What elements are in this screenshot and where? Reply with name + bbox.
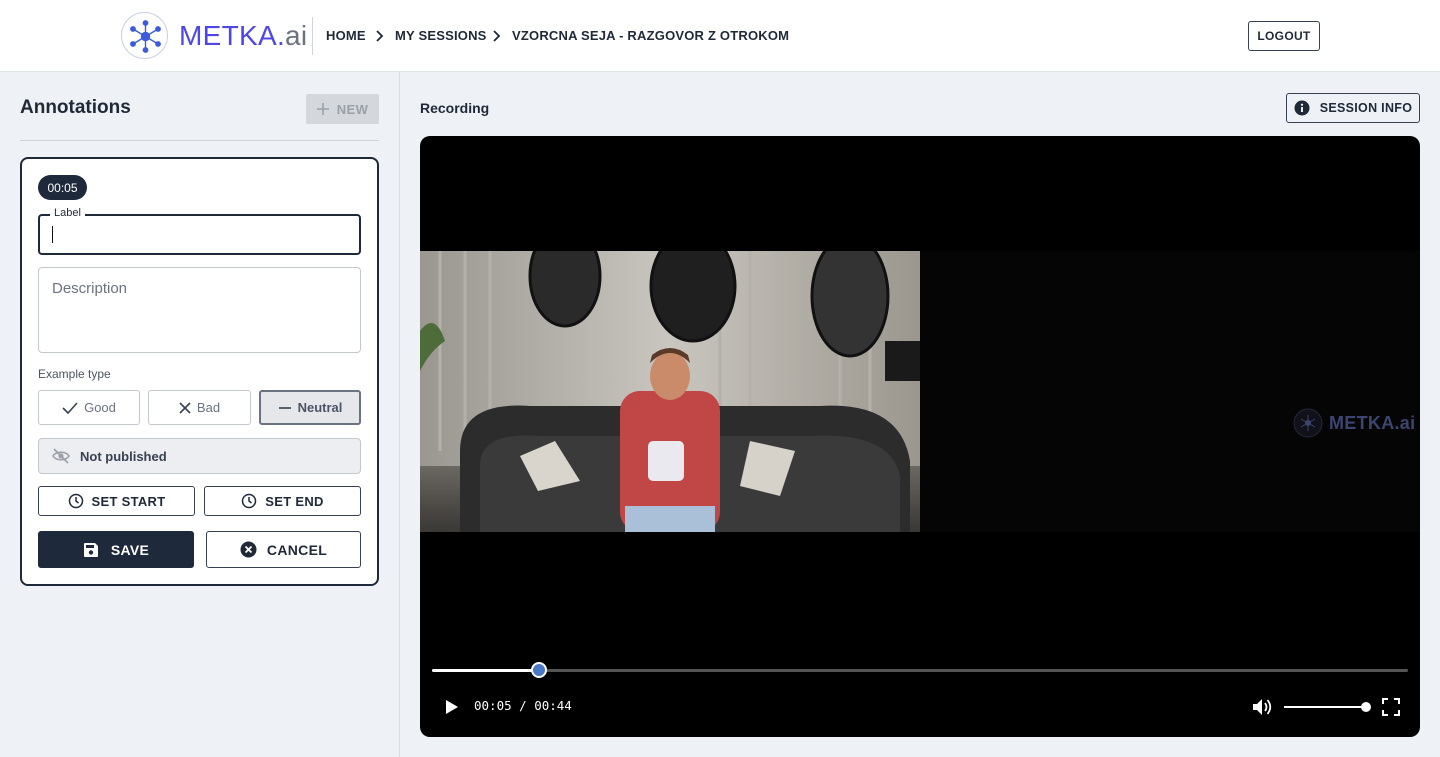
type-bad-label: Bad [196, 400, 221, 415]
cancel-circle-icon [240, 541, 257, 558]
set-start-label: SET START [91, 493, 166, 509]
clock-icon [242, 493, 257, 509]
chevron-right-icon [376, 30, 384, 42]
publish-status-label: Not published [80, 448, 167, 464]
save-label: SAVE [110, 541, 150, 558]
set-end-button[interactable]: SET END [204, 486, 361, 516]
logo-suffix-text: ai [285, 20, 308, 51]
seek-bar-progress [432, 669, 539, 672]
chevron-right-icon [493, 30, 501, 42]
volume-slider[interactable] [1284, 706, 1366, 708]
session-info-label: SESSION INFO [1319, 101, 1413, 115]
annotation-time-chip: 00:05 [38, 175, 87, 200]
type-neutral-button[interactable]: Neutral [259, 390, 361, 425]
description-placeholder: Description [52, 280, 128, 297]
eye-off-icon [52, 448, 70, 464]
seek-bar[interactable] [432, 662, 1408, 678]
cancel-button[interactable]: CANCEL [206, 531, 361, 568]
video-frame[interactable]: METKA.ai [420, 251, 1420, 532]
annotations-panel: Annotations NEW 00:05 Label Description … [0, 72, 400, 757]
video-scene-image [420, 251, 920, 532]
header-divider [312, 17, 313, 55]
clock-icon [68, 493, 83, 509]
breadcrumb-current-session[interactable]: VZORCNA SEJA - RAZGOVOR Z OTROKOM [512, 27, 789, 45]
session-info-button[interactable]: SESSION INFO [1286, 93, 1420, 123]
metka-watermark-icon [1293, 408, 1323, 438]
volume-icon[interactable] [1252, 697, 1274, 717]
annotations-title: Annotations [20, 97, 131, 118]
video-watermark: METKA.ai [1293, 408, 1415, 438]
save-icon [83, 542, 98, 557]
type-bad-button[interactable]: Bad [148, 390, 251, 425]
top-bar: METKA.ai HOME MY SESSIONS VZORCNA SEJA -… [0, 0, 1440, 72]
logo-wordmark[interactable]: METKA.ai [179, 19, 307, 53]
new-annotation-button[interactable]: NEW [306, 94, 379, 124]
label-field-legend: Label [50, 207, 85, 219]
plus-icon [316, 103, 329, 115]
cancel-label: CANCEL [266, 541, 328, 558]
time-display: 00:05 / 00:44 [474, 698, 572, 713]
recording-title: Recording [420, 100, 490, 116]
fullscreen-icon[interactable] [1382, 698, 1400, 716]
logout-button[interactable]: LOGOUT [1248, 21, 1320, 51]
description-input[interactable]: Description [38, 267, 361, 353]
metka-logo-icon[interactable] [121, 12, 168, 59]
breadcrumb-my-sessions[interactable]: MY SESSIONS [395, 27, 487, 45]
play-icon[interactable] [442, 698, 460, 716]
type-neutral-label: Neutral [297, 400, 343, 415]
watermark-text: METKA.ai [1329, 412, 1416, 433]
example-type-label: Example type [38, 367, 111, 381]
volume-slider-thumb[interactable] [1361, 702, 1371, 712]
check-icon [62, 401, 78, 414]
breadcrumb-home[interactable]: HOME [326, 27, 366, 45]
annotation-editor-card: 00:05 Label Description Example type Goo… [20, 157, 379, 586]
label-input[interactable]: Label [38, 207, 361, 255]
video-player[interactable]: METKA.ai 00:05 / 00:44 [420, 136, 1420, 737]
new-annotation-label: NEW [336, 101, 369, 117]
info-icon [1294, 100, 1310, 116]
publish-toggle[interactable]: Not published [38, 438, 361, 474]
set-end-label: SET END [265, 493, 324, 509]
type-good-label: Good [84, 400, 116, 415]
logo-main-text: METKA. [179, 20, 286, 51]
minus-icon [278, 406, 291, 409]
text-cursor [52, 226, 53, 243]
type-good-button[interactable]: Good [38, 390, 140, 425]
seek-bar-thumb[interactable] [531, 662, 547, 678]
save-button[interactable]: SAVE [38, 531, 194, 568]
set-start-button[interactable]: SET START [38, 486, 195, 516]
close-icon [179, 401, 191, 414]
divider [20, 140, 379, 141]
